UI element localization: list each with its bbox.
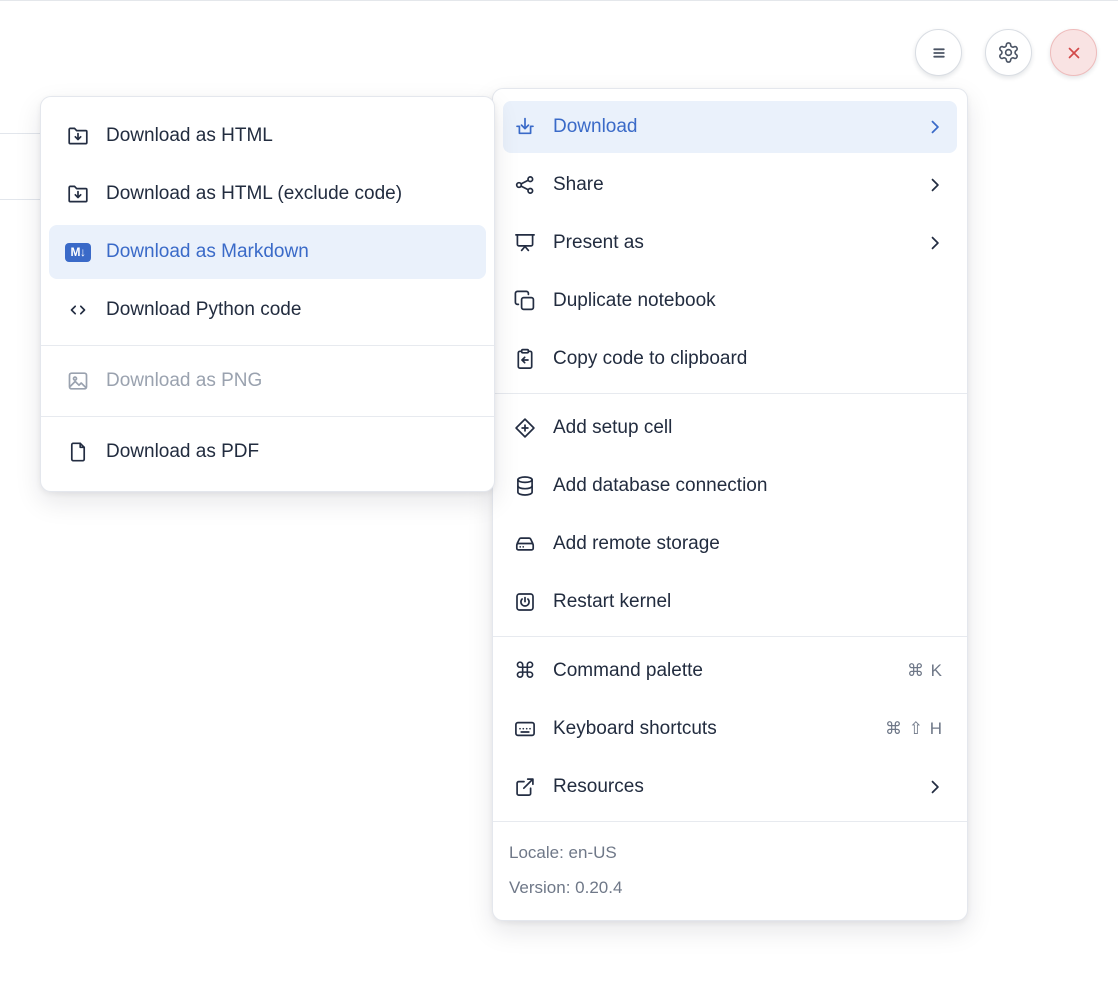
menu-item-download-as-pdf[interactable]: Download as PDF <box>49 425 486 479</box>
gear-icon <box>997 41 1020 64</box>
menu-item-label: Download as PDF <box>106 441 474 463</box>
presentation-icon <box>513 231 537 255</box>
menu-separator <box>41 345 494 346</box>
menu-item-resources[interactable]: Resources <box>503 761 957 813</box>
menu-item-download-python-code[interactable]: Download Python code <box>49 283 486 337</box>
menu-item-label: Restart kernel <box>553 591 945 613</box>
menu-item-label: Download Python code <box>106 299 474 321</box>
notebook-actions-menu: Download Share Present as <box>492 88 968 921</box>
hamburger-icon <box>927 41 951 65</box>
database-icon <box>513 474 537 498</box>
image-icon <box>66 369 90 393</box>
version-text: Version: 0.20.4 <box>509 870 951 905</box>
menu-item-label: Resources <box>553 776 909 798</box>
menu-item-duplicate-notebook[interactable]: Duplicate notebook <box>503 275 957 327</box>
menu-item-label: Share <box>553 174 909 196</box>
menu-item-download[interactable]: Download <box>503 101 957 153</box>
keyboard-shortcut-hint: ⌘ ⇧ H <box>885 719 945 739</box>
menu-item-label: Add database connection <box>553 475 945 497</box>
menu-item-add-remote-storage[interactable]: Add remote storage <box>503 518 957 570</box>
locale-text: Locale: en-US <box>509 835 951 870</box>
menu-item-download-as-html-exclude-code[interactable]: Download as HTML (exclude code) <box>49 167 486 221</box>
diamond-plus-icon <box>513 416 537 440</box>
chevron-right-icon <box>925 175 945 195</box>
menu-item-download-as-png: Download as PNG <box>49 354 486 408</box>
share-icon <box>513 173 537 197</box>
power-square-icon <box>513 590 537 614</box>
command-icon: ⌘ <box>513 659 537 683</box>
menu-item-add-database-connection[interactable]: Add database connection <box>503 460 957 512</box>
menu-item-label: Add remote storage <box>553 533 945 555</box>
settings-button[interactable] <box>985 29 1032 76</box>
chevron-right-icon <box>925 777 945 797</box>
keyboard-icon <box>513 717 537 741</box>
keyboard-shortcut-hint: ⌘ K <box>907 661 945 681</box>
menu-item-label: Keyboard shortcuts <box>553 718 869 740</box>
markdown-icon: M↓ <box>66 240 90 264</box>
external-link-icon <box>513 775 537 799</box>
background-cell-border-top <box>0 133 41 134</box>
folder-down-icon <box>66 124 90 148</box>
file-icon <box>66 440 90 464</box>
menu-item-download-as-markdown[interactable]: M↓ Download as Markdown <box>49 225 486 279</box>
menu-item-label: Command palette <box>553 660 891 682</box>
menu-item-copy-code-to-clipboard[interactable]: Copy code to clipboard <box>503 333 957 385</box>
menu-item-keyboard-shortcuts[interactable]: Keyboard shortcuts ⌘ ⇧ H <box>503 703 957 755</box>
notebook-menu-button[interactable] <box>915 29 962 76</box>
menu-item-restart-kernel[interactable]: Restart kernel <box>503 576 957 628</box>
folder-down-icon <box>66 182 90 206</box>
menu-item-label: Present as <box>553 232 909 254</box>
menu-item-label: Download <box>553 116 909 138</box>
hard-drive-icon <box>513 532 537 556</box>
menu-item-label: Duplicate notebook <box>553 290 945 312</box>
menu-item-command-palette[interactable]: ⌘ Command palette ⌘ K <box>503 645 957 697</box>
download-submenu: Download as HTML Download as HTML (exclu… <box>40 96 495 492</box>
menu-item-add-setup-cell[interactable]: Add setup cell <box>503 402 957 454</box>
menu-separator <box>493 393 967 394</box>
menu-separator <box>41 416 494 417</box>
page-top-border <box>0 0 1118 1</box>
menu-item-label: Download as Markdown <box>106 241 474 263</box>
chevron-right-icon <box>925 117 945 137</box>
code-icon <box>66 298 90 322</box>
clipboard-copy-icon <box>513 347 537 371</box>
menu-item-label: Download as HTML <box>106 125 474 147</box>
chevron-right-icon <box>925 233 945 253</box>
background-cell-border-bottom <box>0 199 41 200</box>
menu-separator <box>493 636 967 637</box>
menu-item-download-as-html[interactable]: Download as HTML <box>49 109 486 163</box>
menu-item-label: Download as PNG <box>106 370 474 392</box>
menu-item-label: Add setup cell <box>553 417 945 439</box>
close-icon <box>1062 41 1086 65</box>
copy-icon <box>513 289 537 313</box>
menu-item-share[interactable]: Share <box>503 159 957 211</box>
download-icon <box>513 115 537 139</box>
menu-item-label: Download as HTML (exclude code) <box>106 183 474 205</box>
menu-item-label: Copy code to clipboard <box>553 348 945 370</box>
menu-footer: Locale: en-US Version: 0.20.4 <box>493 821 967 920</box>
menu-item-present-as[interactable]: Present as <box>503 217 957 269</box>
notebook-page: Download as HTML Download as HTML (exclu… <box>0 0 1118 984</box>
shutdown-button[interactable] <box>1050 29 1097 76</box>
